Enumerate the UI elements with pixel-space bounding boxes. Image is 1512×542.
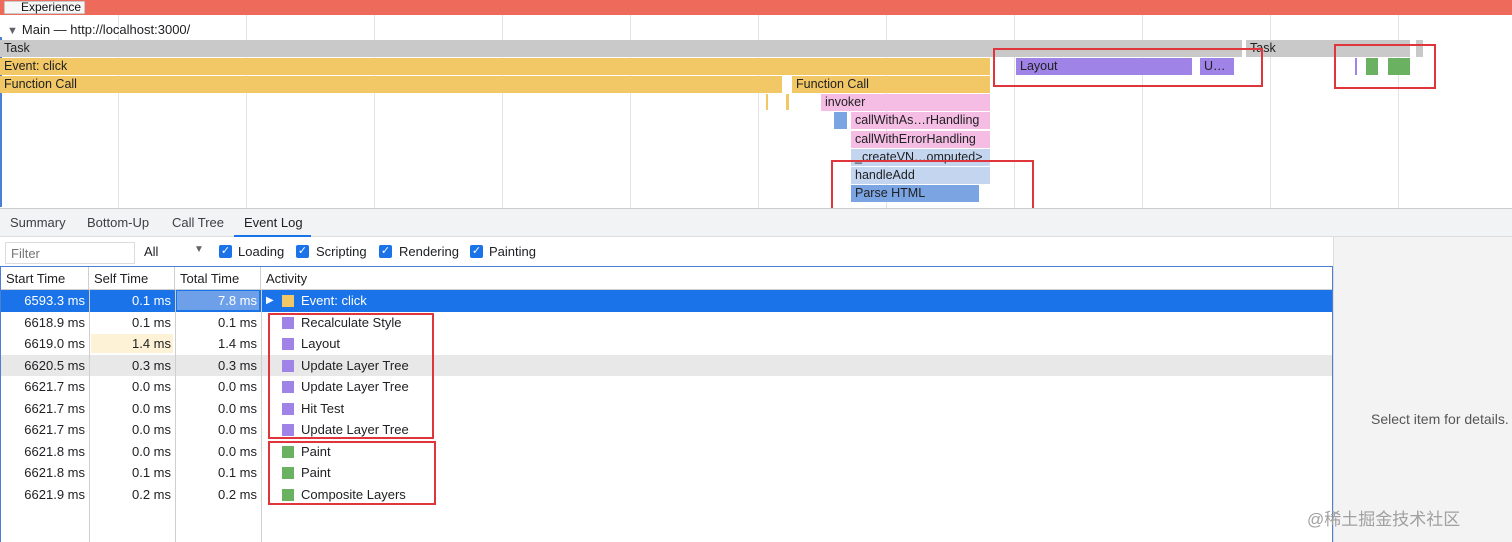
self-time-cell: 1.4 ms (131, 336, 171, 351)
active-tab-indicator (234, 235, 311, 237)
category-color-swatch (282, 295, 294, 307)
tab-bar: Summary Bottom-Up Call Tree Event Log (0, 208, 1512, 237)
column-divider (89, 290, 90, 542)
main-track-title: Main — http://localhost:3000/ (21, 22, 191, 37)
flame-small-yellow[interactable] (766, 94, 768, 110)
column-total-time[interactable]: Total Time (175, 267, 261, 290)
total-time-cell: 0.0 ms (217, 400, 257, 416)
start-time-cell: 6621.9 ms (24, 486, 85, 502)
main-track-header[interactable]: ▼ Main — http://localhost:3000/ (7, 22, 190, 37)
total-time-cell: 0.2 ms (217, 486, 257, 502)
flame-call-with-error[interactable]: callWithErrorHandling (851, 131, 990, 148)
total-time-cell: 1.4 ms (217, 336, 257, 351)
flame-function-call[interactable]: Function Call (0, 76, 782, 93)
column-start-time[interactable]: Start Time (1, 267, 89, 290)
start-time-cell: 6620.5 ms (24, 357, 85, 373)
rendering-checkbox[interactable]: ✓ (379, 245, 392, 258)
table-row[interactable]: 6618.9 ms 0.1 ms 0.1 ms Recalculate Style (1, 312, 1332, 334)
start-time-cell: 6618.9 ms (24, 314, 85, 330)
total-time-cell: 7.8 ms (217, 293, 257, 308)
expand-triangle-icon[interactable]: ▼ (7, 25, 18, 37)
start-time-cell: 6621.7 ms (24, 422, 85, 437)
flame-invoker[interactable]: invoker (821, 94, 990, 111)
start-time-cell: 6621.7 ms (24, 379, 85, 394)
column-self-time[interactable]: Self Time (89, 267, 175, 290)
annotation-box (993, 48, 1263, 87)
start-time-cell: 6593.3 ms (24, 293, 85, 308)
self-time-cell: 0.1 ms (131, 293, 171, 308)
column-activity[interactable]: Activity (261, 267, 1332, 290)
watermark: @稀土掘金技术社区 (1307, 510, 1461, 529)
flame-call-with-async[interactable]: callWithAs…rHandling (851, 112, 990, 129)
scripting-checkbox[interactable]: ✓ (296, 245, 309, 258)
annotation-box (268, 313, 434, 439)
activity-label: Event: click (301, 293, 367, 308)
table-row[interactable]: 6621.8 ms 0.1 ms 0.1 ms Paint (1, 462, 1332, 484)
flame-small-blue[interactable] (834, 112, 847, 129)
self-time-cell: 0.1 ms (131, 314, 171, 330)
category-select[interactable]: All (144, 244, 158, 259)
start-time-cell: 6621.8 ms (24, 465, 85, 480)
self-time-cell: 0.0 ms (131, 443, 171, 459)
expand-arrow-icon[interactable]: ▶ (266, 290, 274, 311)
total-time-cell: 0.0 ms (217, 443, 257, 459)
start-time-cell: 6621.8 ms (24, 443, 85, 459)
flame-event-click[interactable]: Event: click (0, 58, 990, 75)
total-time-cell: 0.3 ms (217, 357, 257, 373)
self-time-cell: 0.1 ms (131, 465, 171, 480)
table-row[interactable]: 6620.5 ms 0.3 ms 0.3 ms Update Layer Tree (1, 354, 1332, 376)
annotation-box (1334, 44, 1436, 89)
start-time-cell: 6619.0 ms (24, 336, 85, 351)
painting-checkbox-label[interactable]: Painting (489, 244, 536, 259)
table-row[interactable]: 6621.7 ms 0.0 ms 0.0 ms Update Layer Tree (1, 419, 1332, 441)
total-time-cell: 0.0 ms (217, 379, 257, 394)
annotation-box (831, 160, 1034, 211)
column-divider (175, 290, 176, 542)
details-placeholder: Select item for details. (1371, 411, 1509, 427)
table-row[interactable]: 6619.0 ms 1.4 ms 1.4 ms Layout (1, 333, 1332, 355)
chevron-down-icon[interactable]: ▼ (194, 244, 204, 255)
table-row[interactable]: 6621.7 ms 0.0 ms 0.0 ms Update Layer Tree (1, 376, 1332, 398)
start-time-cell: 6621.7 ms (24, 400, 85, 416)
table-row[interactable]: 6621.7 ms 0.0 ms 0.0 ms Hit Test (1, 398, 1332, 420)
loading-checkbox[interactable]: ✓ (219, 245, 232, 258)
flame-small-yellow[interactable] (786, 94, 789, 110)
column-divider (261, 290, 262, 542)
self-time-cell: 0.0 ms (131, 422, 171, 437)
self-time-cell: 0.0 ms (131, 400, 171, 416)
table-row[interactable]: 6621.8 ms 0.0 ms 0.0 ms Paint (1, 441, 1332, 463)
self-time-cell: 0.2 ms (131, 486, 171, 502)
rendering-checkbox-label[interactable]: Rendering (399, 244, 459, 259)
self-time-cell: 0.0 ms (131, 379, 171, 394)
tab-call-tree[interactable]: Call Tree (172, 215, 224, 230)
details-pane (1333, 237, 1512, 542)
self-time-cell: 0.3 ms (131, 357, 171, 373)
annotation-box (268, 441, 436, 505)
scripting-checkbox-label[interactable]: Scripting (316, 244, 367, 259)
tab-summary[interactable]: Summary (10, 215, 66, 230)
table-row[interactable]: 6621.9 ms 0.2 ms 0.2 ms Composite Layers (1, 484, 1332, 506)
loading-checkbox-label[interactable]: Loading (238, 244, 284, 259)
filter-input[interactable] (5, 242, 135, 264)
tab-bottom-up[interactable]: Bottom-Up (87, 215, 149, 230)
flame-function-call[interactable]: Function Call (792, 76, 990, 93)
total-time-cell: 0.1 ms (217, 465, 257, 480)
table-row[interactable]: 6593.3 ms 0.1 ms 7.8 ms ▶ Event: click (1, 290, 1332, 312)
experience-label: Experience (4, 1, 86, 14)
experience-track[interactable] (0, 0, 1512, 15)
total-time-cell: 0.0 ms (217, 422, 257, 437)
tab-event-log[interactable]: Event Log (244, 215, 303, 230)
painting-checkbox[interactable]: ✓ (470, 245, 483, 258)
total-time-cell: 0.1 ms (217, 314, 257, 330)
event-log-table: Start Time Self Time Total Time Activity… (0, 266, 1333, 542)
